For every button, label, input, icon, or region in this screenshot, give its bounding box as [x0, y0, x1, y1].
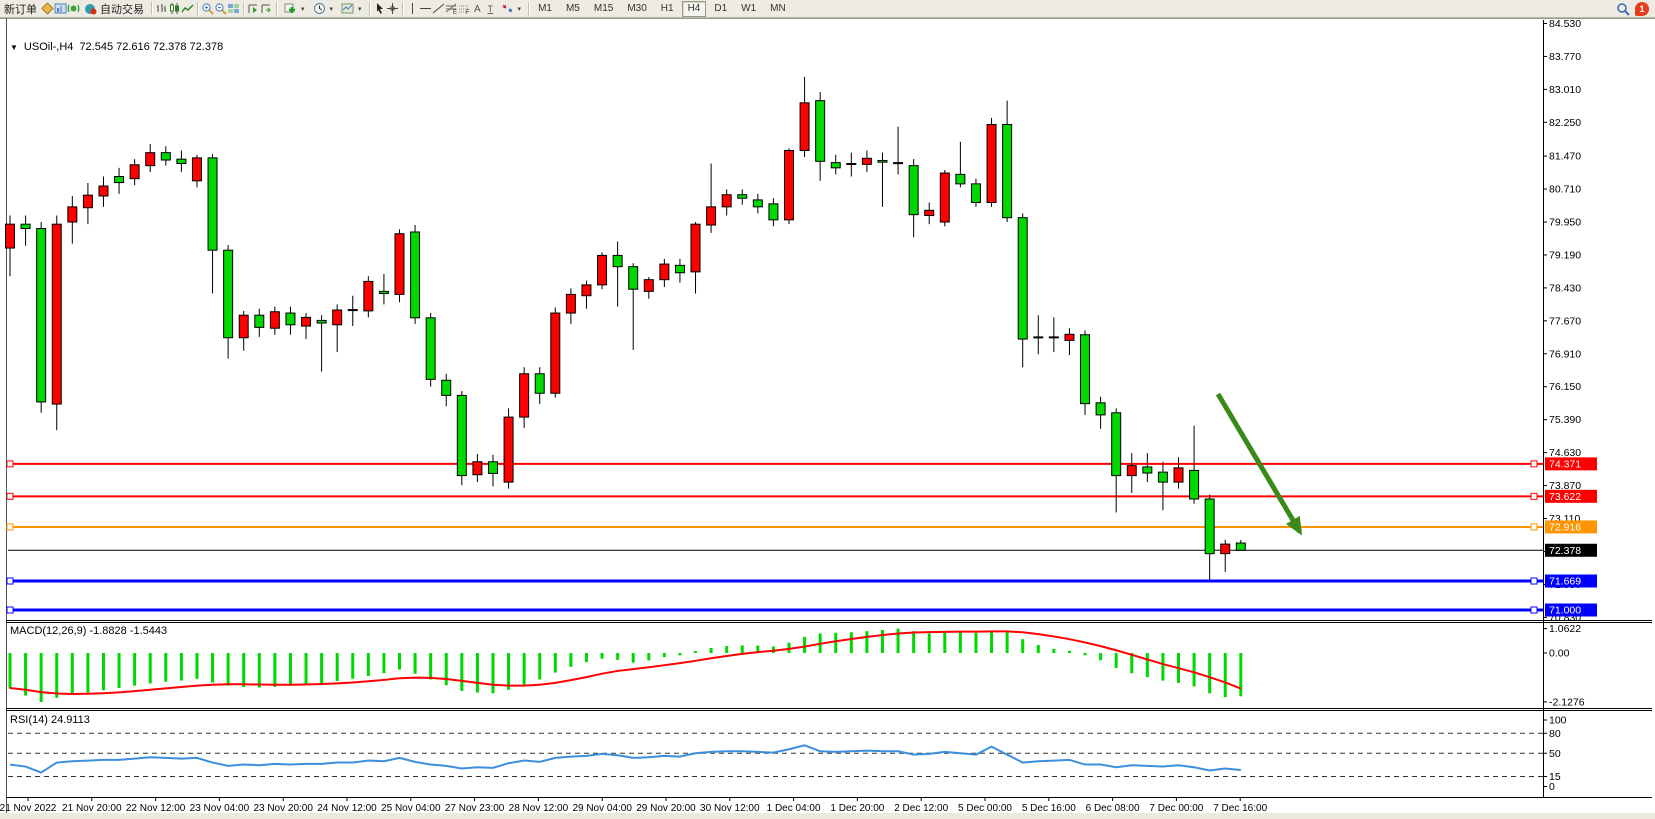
data-window-icon[interactable] — [54, 2, 67, 15]
svg-text:83.770: 83.770 — [1549, 51, 1581, 63]
svg-text:74.630: 74.630 — [1549, 447, 1581, 459]
svg-text:76.910: 76.910 — [1549, 348, 1581, 360]
svg-text:E: E — [453, 10, 457, 15]
svg-text:78.430: 78.430 — [1549, 282, 1581, 294]
macd-indicator-label: MACD(12,26,9) -1.8828 -1.5443 — [10, 625, 167, 637]
svg-text:71.669: 71.669 — [1549, 575, 1581, 587]
tile-windows-icon[interactable] — [227, 2, 240, 15]
svg-text:73.622: 73.622 — [1549, 491, 1581, 503]
status-strip — [0, 813, 1655, 819]
svg-text:82.250: 82.250 — [1549, 117, 1581, 129]
rsi-indicator-label: RSI(14) 24.9113 — [10, 714, 90, 726]
main-toolbar: 新订单 自动交易 ▾ ▾ — [0, 0, 1655, 18]
svg-text:75.390: 75.390 — [1549, 414, 1581, 426]
line-chart-icon[interactable] — [181, 2, 194, 15]
svg-text:80.710: 80.710 — [1549, 184, 1581, 196]
toolbar-separator — [369, 2, 370, 15]
svg-text:80: 80 — [1549, 728, 1561, 740]
svg-text:84.530: 84.530 — [1549, 18, 1581, 30]
market-watch-icon[interactable] — [41, 2, 54, 15]
svg-text:100: 100 — [1549, 715, 1567, 727]
chart-canvas[interactable]: 84.530 83.770 83.010 82.250 81.470 80.710 79.9… — [0, 18, 1655, 819]
zoom-out-icon[interactable] — [214, 2, 227, 15]
svg-text:81.470: 81.470 — [1549, 151, 1581, 163]
svg-text:79.190: 79.190 — [1549, 249, 1581, 261]
toolbar-separator — [151, 2, 152, 15]
cursor-icon[interactable] — [373, 2, 386, 15]
timeframe-m30[interactable]: M30 — [621, 1, 652, 17]
auto-trading-icon — [84, 2, 97, 15]
svg-text:72.378: 72.378 — [1549, 545, 1581, 557]
timeframe-h1[interactable]: H1 — [655, 1, 680, 17]
svg-text:76.150: 76.150 — [1549, 381, 1581, 393]
trendline-icon[interactable] — [432, 2, 445, 15]
add-indicator-button[interactable]: ▾ — [280, 1, 309, 16]
template-button[interactable]: ▾ — [337, 1, 366, 16]
timeframe-m5[interactable]: M5 — [560, 1, 586, 17]
svg-text:72.916: 72.916 — [1549, 521, 1581, 533]
svg-text:83.010: 83.010 — [1549, 84, 1581, 96]
svg-text:50: 50 — [1549, 748, 1561, 760]
fibonacci-icon[interactable]: E — [445, 2, 458, 15]
svg-text:74.371: 74.371 — [1549, 458, 1581, 470]
svg-text:A: A — [474, 4, 481, 15]
svg-text:F: F — [466, 10, 470, 15]
chart-title[interactable]: ▼ USOil-,H4 72.545 72.616 72.378 72.378 — [10, 41, 223, 53]
auto-scroll-icon[interactable] — [247, 2, 260, 15]
symbol-period-label: USOil-,H4 — [24, 41, 74, 53]
toolbar-separator — [243, 2, 244, 15]
arrows-button[interactable]: ▾ — [497, 1, 526, 16]
search-icon[interactable] — [1616, 2, 1629, 15]
period-clock-button[interactable]: ▾ — [309, 1, 338, 16]
navigator-icon[interactable] — [67, 2, 80, 15]
zoom-in-icon[interactable] — [201, 2, 214, 15]
bar-chart-icon[interactable] — [155, 2, 168, 15]
collapse-icon[interactable]: ▼ — [10, 43, 18, 52]
toolbar-separator — [276, 2, 277, 15]
chart-window: 84.530 83.770 83.010 82.250 81.470 80.710 79.9… — [0, 18, 1655, 813]
timeframe-m15[interactable]: M15 — [588, 1, 619, 17]
toolbar-separator — [402, 2, 403, 15]
svg-text:1.0622: 1.0622 — [1549, 623, 1581, 635]
toolbar-separator — [197, 2, 198, 15]
timeframe-w1[interactable]: W1 — [735, 1, 762, 17]
ohlc-values: 72.545 72.616 72.378 72.378 — [79, 41, 223, 53]
svg-text:77.670: 77.670 — [1549, 315, 1581, 327]
new-order-button[interactable]: 新订单 — [0, 1, 41, 16]
timeframe-m1[interactable]: M1 — [532, 1, 558, 17]
auto-trading-button[interactable]: 自动交易 — [80, 1, 148, 16]
chart-shift-icon[interactable] — [260, 2, 273, 15]
svg-text:0.00: 0.00 — [1549, 648, 1570, 660]
svg-text:T: T — [487, 4, 493, 14]
label-icon[interactable]: T — [484, 2, 497, 15]
channel-icon[interactable]: F — [458, 2, 471, 15]
svg-text:79.950: 79.950 — [1549, 217, 1581, 229]
candlestick-chart-icon[interactable] — [168, 2, 181, 15]
timeframe-h4[interactable]: H4 — [682, 1, 707, 17]
notification-badge[interactable]: 1 — [1635, 2, 1649, 16]
timeframe-bar: M1M5M15M30H1H4D1W1MN — [532, 1, 792, 17]
svg-text:-2.1276: -2.1276 — [1549, 696, 1585, 708]
crosshair-icon[interactable] — [386, 2, 399, 15]
timeframe-mn[interactable]: MN — [764, 1, 792, 17]
svg-text:0: 0 — [1549, 781, 1555, 793]
vertical-line-icon[interactable] — [406, 2, 419, 15]
timeframe-d1[interactable]: D1 — [708, 1, 733, 17]
horizontal-line-icon[interactable] — [419, 2, 432, 15]
svg-text:71.000: 71.000 — [1549, 605, 1581, 617]
toolbar-separator — [528, 2, 529, 15]
text-icon[interactable]: A — [471, 2, 484, 15]
